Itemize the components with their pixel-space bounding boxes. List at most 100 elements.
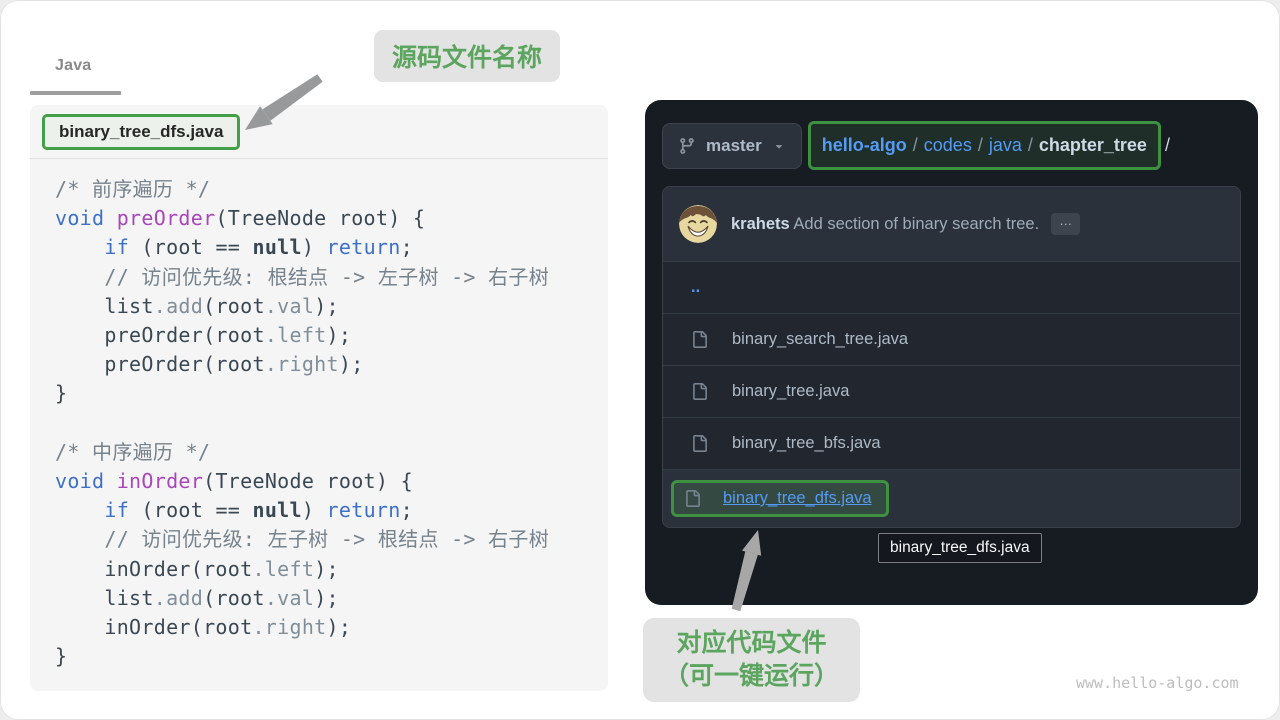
file-link[interactable]: binary_search_tree.java <box>732 330 908 349</box>
code-token: } <box>55 644 67 668</box>
tab-active-indicator <box>30 91 121 95</box>
code-token: .right <box>252 615 326 639</box>
code-token <box>104 469 116 493</box>
code-token: (root == <box>129 235 252 259</box>
code-token: ) <box>302 235 327 259</box>
code-token: (TreeNode root) { <box>215 206 425 230</box>
code-token: preOrder <box>117 206 216 230</box>
commit-author-link[interactable]: krahets <box>731 215 790 233</box>
file-link[interactable]: binary_tree.java <box>732 382 849 401</box>
code-token: ); <box>314 294 339 318</box>
annotation-code-file-line2: （可一键运行） <box>664 660 839 693</box>
parent-directory-link[interactable]: .. <box>691 278 700 297</box>
breadcrumb-separator: / <box>1022 135 1039 156</box>
code-line: if (root == null) return; <box>55 233 608 262</box>
code-token: ; <box>401 498 413 522</box>
code-token: ); <box>327 615 352 639</box>
filename-tooltip: binary_tree_dfs.java <box>878 533 1042 563</box>
file-row[interactable]: binary_tree_dfs.java <box>663 469 1240 527</box>
code-token: return <box>327 235 401 259</box>
git-branch-icon <box>678 137 696 155</box>
code-token: .val <box>265 294 314 318</box>
branch-selector-button[interactable]: master <box>662 123 802 169</box>
file-row[interactable]: binary_tree.java <box>663 365 1240 417</box>
code-token: .val <box>265 586 314 610</box>
code-panel: binary_tree_dfs.java /* 前序遍历 */void preO… <box>30 105 608 691</box>
code-line: preOrder(root.left); <box>55 321 608 350</box>
code-token: void <box>55 469 104 493</box>
code-token: .add <box>154 294 203 318</box>
file-icon <box>691 383 708 400</box>
code-token: ); <box>314 586 339 610</box>
code-token: // 访问优先级: 左子树 -> 根结点 -> 右子树 <box>104 527 549 551</box>
code-line: if (root == null) return; <box>55 496 608 525</box>
code-token: /* 中序遍历 */ <box>55 440 210 464</box>
code-token: null <box>252 498 301 522</box>
file-link[interactable]: binary_tree_bfs.java <box>732 434 881 453</box>
code-token: return <box>327 498 401 522</box>
code-token: .right <box>265 352 339 376</box>
code-token: ) <box>302 498 327 522</box>
file-list: .. binary_search_tree.java binary_tree.jav… <box>663 261 1240 527</box>
commit-message-link[interactable]: Add section of binary search tree. <box>793 215 1039 233</box>
annotation-code-file: 对应代码文件 （可一键运行） <box>643 618 860 702</box>
commit-more-button[interactable]: … <box>1051 213 1080 235</box>
avatar[interactable] <box>679 205 717 243</box>
code-token: preOrder(root <box>55 323 265 347</box>
code-token <box>55 265 104 289</box>
file-browser: krahets Add section of binary search tre… <box>662 186 1241 528</box>
code-token: inOrder(root <box>55 615 252 639</box>
code-token: (root <box>203 294 265 318</box>
breadcrumb-separator: / <box>907 135 924 156</box>
breadcrumb-segment[interactable]: java <box>989 135 1022 156</box>
annotation-source-filename: 源码文件名称 <box>374 30 560 82</box>
code-token <box>55 235 104 259</box>
breadcrumb-trailing-slash: / <box>1165 135 1170 156</box>
code-line: } <box>55 642 608 671</box>
code-token: ; <box>401 235 413 259</box>
code-line <box>55 409 608 438</box>
code-token: (TreeNode root) { <box>203 469 413 493</box>
breadcrumb-segment[interactable]: codes <box>924 135 972 156</box>
code-token: list <box>55 294 154 318</box>
code-token: .left <box>252 557 314 581</box>
breadcrumb-segment[interactable]: hello-algo <box>822 135 907 156</box>
file-icon <box>691 331 708 348</box>
commit-text: krahets Add section of binary search tre… <box>731 215 1039 234</box>
code-token: inOrder(root <box>55 557 252 581</box>
file-row[interactable]: binary_search_tree.java <box>663 313 1240 365</box>
code-token <box>55 527 104 551</box>
arrow-to-file-row-icon <box>728 524 772 616</box>
file-highlight-box: binary_tree_dfs.java <box>671 480 889 517</box>
code-line: list.add(root.val); <box>55 584 608 613</box>
breadcrumb-segment: chapter_tree <box>1039 135 1147 156</box>
code-token <box>55 498 104 522</box>
file-icon <box>691 435 708 452</box>
file-row[interactable]: binary_tree_bfs.java <box>663 417 1240 469</box>
code-token: .left <box>265 323 327 347</box>
tab-java[interactable]: Java <box>55 57 91 75</box>
screenshot-card: Java binary_tree_dfs.java /* 前序遍历 */ void… <box>0 0 1280 720</box>
file-link[interactable]: binary_tree_dfs.java <box>723 489 872 508</box>
code-line: // 访问优先级: 左子树 -> 根结点 -> 右子树 <box>55 525 608 554</box>
code-block: /* 前序遍历 */void preOrder(TreeNode root) {… <box>30 159 608 671</box>
branch-name: master <box>706 136 762 156</box>
code-token: // 访问优先级: 根结点 -> 左子树 -> 右子树 <box>104 265 549 289</box>
code-token: (root == <box>129 498 252 522</box>
code-line: /* 前序遍历 */ <box>55 175 608 204</box>
file-icon <box>684 490 701 507</box>
code-line: list.add(root.val); <box>55 292 608 321</box>
code-token: void <box>55 206 104 230</box>
breadcrumb: hello-algo/codes/java/chapter_tree <box>808 121 1161 170</box>
code-token: ); <box>327 323 352 347</box>
annotation-code-file-line1: 对应代码文件 <box>664 627 839 660</box>
code-token: preOrder(root <box>55 352 265 376</box>
github-toolbar: master hello-algo/codes/java/chapter_tre… <box>662 121 1170 170</box>
code-line: preOrder(root.right); <box>55 350 608 379</box>
code-line: void preOrder(TreeNode root) { <box>55 204 608 233</box>
file-row[interactable]: .. <box>663 261 1240 313</box>
code-line: void inOrder(TreeNode root) { <box>55 467 608 496</box>
breadcrumb-separator: / <box>972 135 989 156</box>
code-token: /* 前序遍历 */ <box>55 177 210 201</box>
code-token: .add <box>154 586 203 610</box>
